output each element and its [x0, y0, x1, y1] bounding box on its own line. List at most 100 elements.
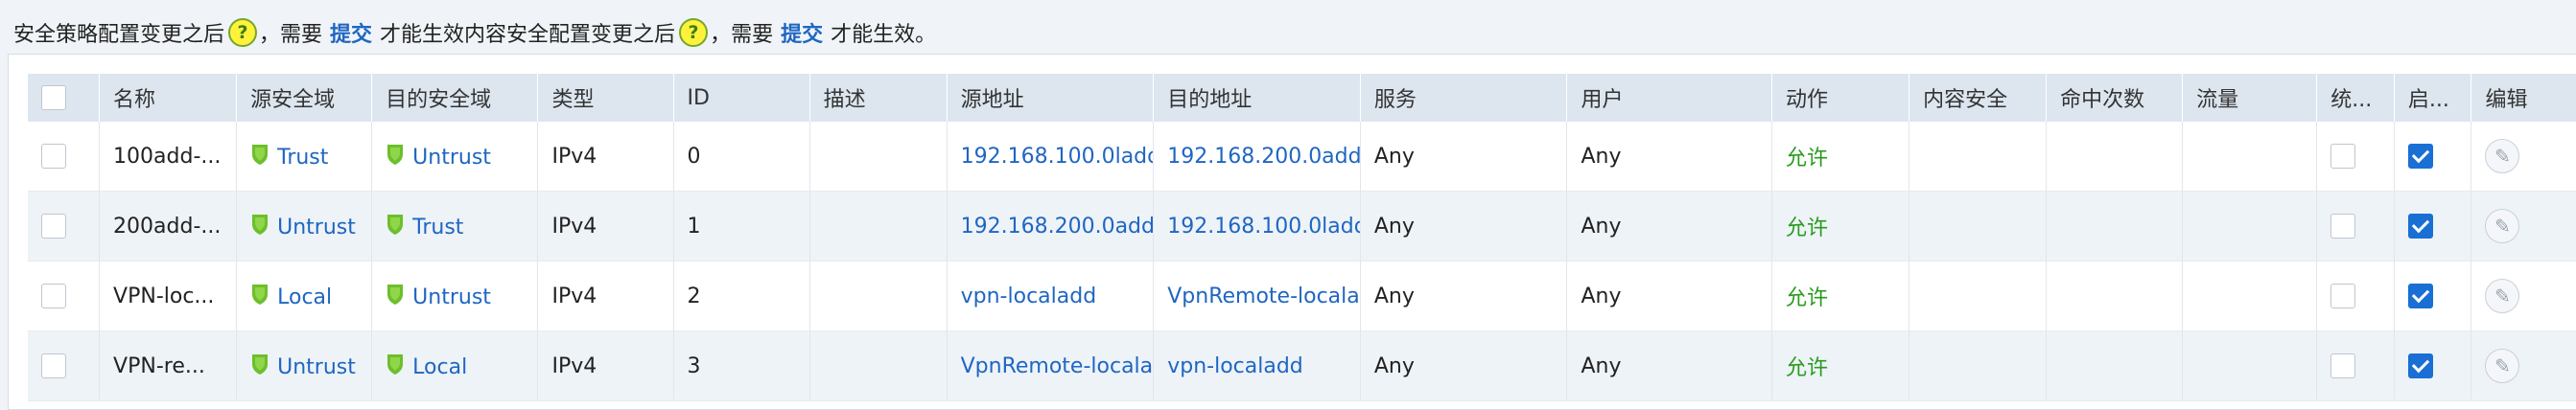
enable-checkbox[interactable]: [2407, 284, 2433, 308]
shield-icon: [387, 285, 404, 305]
edit-cell: ✎: [2471, 330, 2576, 401]
edit-button[interactable]: ✎: [2485, 209, 2520, 243]
edit-button[interactable]: ✎: [2485, 139, 2520, 173]
stat-checkbox[interactable]: [2330, 284, 2356, 308]
src-addr-link[interactable]: VpnRemote-localac: [946, 330, 1154, 401]
notice-text-4: ，需要: [710, 23, 774, 47]
pencil-icon: ✎: [2494, 354, 2511, 377]
row-select-cell[interactable]: [28, 122, 100, 192]
id-cell: 1: [672, 191, 810, 262]
col-header[interactable]: 名称: [99, 74, 237, 122]
enable-checkbox[interactable]: [2407, 144, 2433, 169]
user-cell: Any: [1566, 330, 1772, 401]
policy-name[interactable]: 200add-...: [99, 191, 237, 262]
shield-icon: [387, 215, 404, 235]
col-header[interactable]: 类型: [537, 74, 673, 122]
col-header[interactable]: 启...: [2393, 74, 2471, 122]
col-header[interactable]: 目的安全域: [371, 74, 538, 122]
col-header[interactable]: 命中次数: [2046, 74, 2183, 122]
src-addr-link[interactable]: vpn-localadd: [946, 261, 1154, 331]
col-header[interactable]: 用户: [1566, 74, 1772, 122]
table-row[interactable]: 200add-... Untrust Trust IPv4 1 192.168.…: [28, 191, 2576, 262]
policy-name[interactable]: VPN-re...: [99, 330, 237, 401]
enable-cell: [2393, 261, 2471, 331]
zone-link[interactable]: Untrust: [412, 146, 491, 170]
policy-name[interactable]: 100add-...: [99, 122, 237, 192]
src-addr-link[interactable]: 192.168.100.0ladd: [946, 122, 1154, 192]
row-checkbox[interactable]: [41, 353, 66, 378]
action-cell: 允许: [1771, 122, 1909, 192]
col-header[interactable]: 内容安全: [1909, 74, 2047, 122]
content-security-cell: [1909, 261, 2047, 331]
enable-checkbox[interactable]: [2407, 353, 2433, 378]
col-header[interactable]: 服务: [1359, 74, 1567, 122]
zone-link[interactable]: Untrust: [277, 216, 356, 239]
src-addr-link[interactable]: 192.168.200.0add-: [946, 191, 1154, 262]
row-checkbox[interactable]: [41, 144, 66, 169]
enable-checkbox[interactable]: [2407, 214, 2433, 239]
src-zone-cell: Untrust: [236, 330, 372, 401]
stat-checkbox[interactable]: [2330, 144, 2356, 169]
id-cell: 2: [672, 261, 810, 331]
zone-link[interactable]: Trust: [277, 146, 328, 170]
stat-cell: [2316, 330, 2395, 401]
row-select-cell[interactable]: [28, 262, 100, 331]
stat-cell: [2316, 191, 2395, 262]
zone-link[interactable]: Untrust: [277, 355, 356, 379]
notice-text-2: ，需要: [259, 23, 323, 47]
col-header[interactable]: 编辑: [2471, 74, 2576, 122]
edit-cell: ✎: [2471, 261, 2576, 331]
id-cell: 0: [672, 122, 810, 192]
dst-addr-link[interactable]: VpnRemote-localac: [1153, 261, 1361, 331]
notice-bar: 安全策略配置变更之后 ? ，需要 提交 才能生效内容安全配置变更之后 ? ，需要…: [13, 13, 936, 52]
table-row[interactable]: 100add-... Trust Untrust IPv4 0 192.168.…: [28, 122, 2576, 192]
help-icon[interactable]: ?: [679, 18, 709, 47]
select-all-cell[interactable]: [28, 74, 100, 122]
zone-link[interactable]: Local: [277, 285, 332, 309]
col-header[interactable]: 源安全域: [236, 74, 372, 122]
traffic-cell: [2182, 122, 2317, 192]
help-icon[interactable]: ?: [228, 18, 258, 47]
policy-name[interactable]: VPN-loc...: [99, 261, 237, 331]
select-all-checkbox[interactable]: [41, 85, 66, 110]
policy-panel: 名称 源安全域 目的安全域 类型 ID 描述 源地址 目的地址 服务 用户 动作…: [8, 54, 2576, 410]
submit-link[interactable]: 提交: [330, 17, 372, 48]
row-select-cell[interactable]: [28, 192, 100, 262]
edit-button[interactable]: ✎: [2485, 349, 2520, 383]
dst-addr-link[interactable]: 192.168.100.0ladd: [1153, 191, 1361, 262]
row-select-cell[interactable]: [28, 331, 100, 401]
col-header[interactable]: 流量: [2182, 74, 2317, 122]
shield-icon: [252, 145, 269, 165]
row-checkbox[interactable]: [41, 214, 66, 239]
action-cell: 允许: [1771, 191, 1909, 262]
traffic-cell: [2182, 330, 2317, 401]
col-header[interactable]: 动作: [1771, 74, 1909, 122]
zone-link[interactable]: Trust: [412, 216, 463, 239]
type-cell: IPv4: [537, 261, 673, 331]
dst-addr-link[interactable]: 192.168.200.0add-: [1153, 122, 1361, 192]
src-zone-cell: Trust: [236, 122, 372, 192]
col-header[interactable]: 目的地址: [1153, 74, 1361, 122]
shield-icon: [252, 285, 269, 305]
table-row[interactable]: VPN-loc... Local Untrust IPv4 2 vpn-loca…: [28, 261, 2576, 331]
type-cell: IPv4: [537, 191, 673, 262]
zone-link[interactable]: Untrust: [412, 285, 491, 309]
dst-zone-cell: Local: [371, 330, 538, 401]
table-row[interactable]: VPN-re... Untrust Local IPv4 3 VpnRemote…: [28, 330, 2576, 401]
dst-addr-link[interactable]: vpn-localadd: [1153, 330, 1361, 401]
edit-cell: ✎: [2471, 191, 2576, 262]
hits-cell: [2046, 261, 2183, 331]
col-header[interactable]: 源地址: [946, 74, 1154, 122]
edit-button[interactable]: ✎: [2485, 279, 2520, 313]
stat-checkbox[interactable]: [2330, 214, 2356, 239]
row-checkbox[interactable]: [41, 284, 66, 308]
stat-checkbox[interactable]: [2330, 353, 2356, 378]
col-header[interactable]: ID: [672, 74, 810, 122]
service-cell: Any: [1359, 191, 1567, 262]
hits-cell: [2046, 330, 2183, 401]
col-header[interactable]: 描述: [808, 74, 948, 122]
desc-cell: [808, 191, 948, 262]
submit-link[interactable]: 提交: [781, 17, 823, 48]
zone-link[interactable]: Local: [412, 355, 467, 379]
col-header[interactable]: 统...: [2316, 74, 2395, 122]
